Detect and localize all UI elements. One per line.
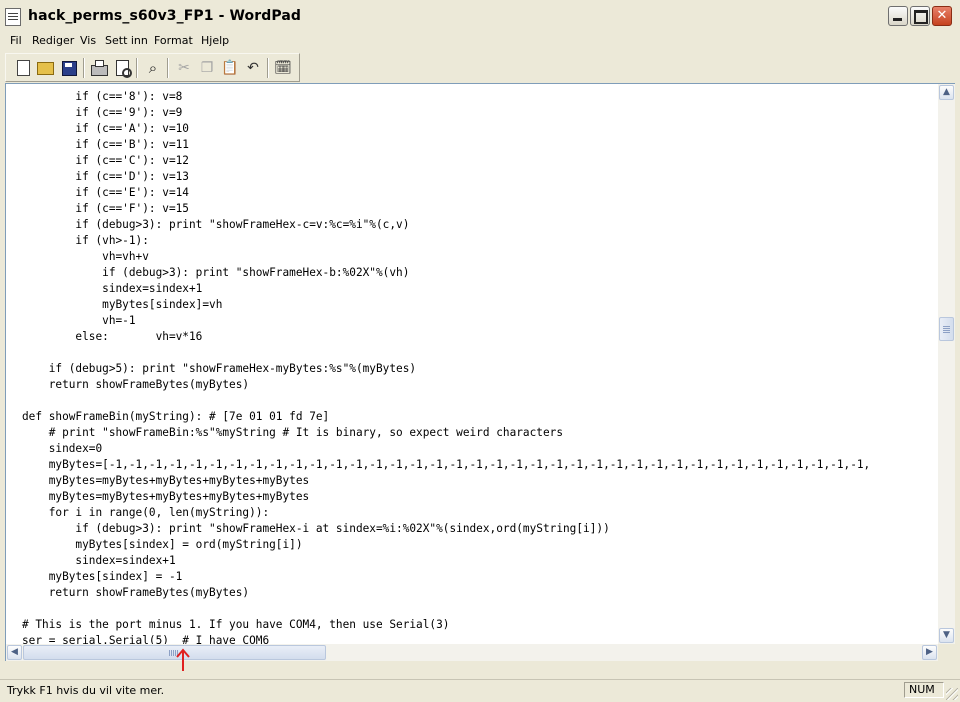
horizontal-scrollbar[interactable]: ◀ ▶ <box>6 644 938 661</box>
open-button[interactable] <box>36 59 54 77</box>
print-button[interactable] <box>90 59 108 77</box>
close-icon: ✕ <box>936 8 948 23</box>
scroll-grip <box>943 326 950 333</box>
chevron-up-icon: ▲ <box>943 87 950 97</box>
vertical-scrollbar[interactable]: ▲ ▼ <box>938 84 955 644</box>
scroll-right-button[interactable]: ▶ <box>922 645 937 660</box>
red-arrow-annotation-icon <box>176 648 190 671</box>
cut-button[interactable]: ✂ <box>175 59 193 77</box>
print-icon <box>90 59 108 76</box>
status-help-text: Trykk F1 hvis du vil vite mer. <box>7 684 165 697</box>
horizontal-scroll-thumb[interactable] <box>23 645 326 660</box>
menu-hjelp[interactable]: Hjelp <box>199 34 231 47</box>
save-button[interactable] <box>60 59 78 77</box>
date-time-button[interactable]: 🗓 <box>274 59 292 77</box>
undo-button[interactable]: ↶ <box>244 59 262 77</box>
num-lock-indicator: NUM <box>904 682 944 698</box>
toolbar: ⌕ ✂ ❐ 📋 ↶ 🗓 <box>5 53 300 82</box>
copy-button[interactable]: ❐ <box>198 59 216 77</box>
toolbar-separator <box>83 58 84 78</box>
menu-rediger[interactable]: Rediger <box>30 34 76 47</box>
toolbar-separator <box>136 58 137 78</box>
menu-fil[interactable]: Fil <box>8 34 24 47</box>
print-preview-button[interactable] <box>113 59 132 78</box>
paste-icon: 📋 <box>221 60 239 76</box>
copy-icon: ❐ <box>200 60 214 76</box>
document-editor[interactable]: if (c=='8'): v=8 if (c=='9'): v=9 if (c=… <box>6 84 938 644</box>
new-button[interactable] <box>14 59 32 77</box>
menu-vis[interactable]: Vis <box>78 34 98 47</box>
paste-button[interactable]: 📋 <box>221 59 239 77</box>
vertical-scroll-thumb[interactable] <box>939 317 954 341</box>
undo-icon: ↶ <box>247 60 259 76</box>
resize-grip-icon[interactable] <box>946 688 958 700</box>
new-document-icon <box>16 60 30 76</box>
menu-sett-inn[interactable]: Sett inn <box>103 34 150 47</box>
status-bar: Trykk F1 hvis du vil vite mer. NUM <box>0 679 960 702</box>
title-bar[interactable]: hack_perms_s60v3_FP1 - WordPad ✕ <box>0 0 960 34</box>
minimize-button[interactable] <box>888 6 908 26</box>
window-title: hack_perms_s60v3_FP1 - WordPad <box>28 8 302 24</box>
save-icon <box>61 60 77 76</box>
date-time-icon: 🗓 <box>274 60 292 76</box>
scroll-corner <box>938 644 955 661</box>
toolbar-separator <box>267 58 268 78</box>
toolbar-separator <box>167 58 168 78</box>
chevron-down-icon: ▼ <box>943 630 950 640</box>
scroll-up-button[interactable]: ▲ <box>939 85 954 100</box>
chevron-right-icon: ▶ <box>926 647 933 657</box>
document-frame: if (c=='8'): v=8 if (c=='9'): v=9 if (c=… <box>5 83 955 661</box>
maximize-button[interactable] <box>910 6 930 26</box>
cut-icon: ✂ <box>178 60 190 76</box>
open-folder-icon <box>36 61 54 75</box>
scroll-down-button[interactable]: ▼ <box>939 628 954 643</box>
wordpad-document-icon[interactable] <box>5 8 21 26</box>
menu-bar: Fil Rediger Vis Sett inn Format Hjelp <box>0 33 960 51</box>
chevron-left-icon: ◀ <box>11 647 18 657</box>
scroll-left-button[interactable]: ◀ <box>7 645 22 660</box>
menu-format[interactable]: Format <box>152 34 195 47</box>
print-preview-icon <box>115 60 132 78</box>
document-text[interactable]: if (c=='8'): v=8 if (c=='9'): v=9 if (c=… <box>22 89 870 644</box>
find-icon: ⌕ <box>148 59 158 77</box>
close-button[interactable]: ✕ <box>932 6 952 26</box>
find-button[interactable]: ⌕ <box>144 59 162 77</box>
